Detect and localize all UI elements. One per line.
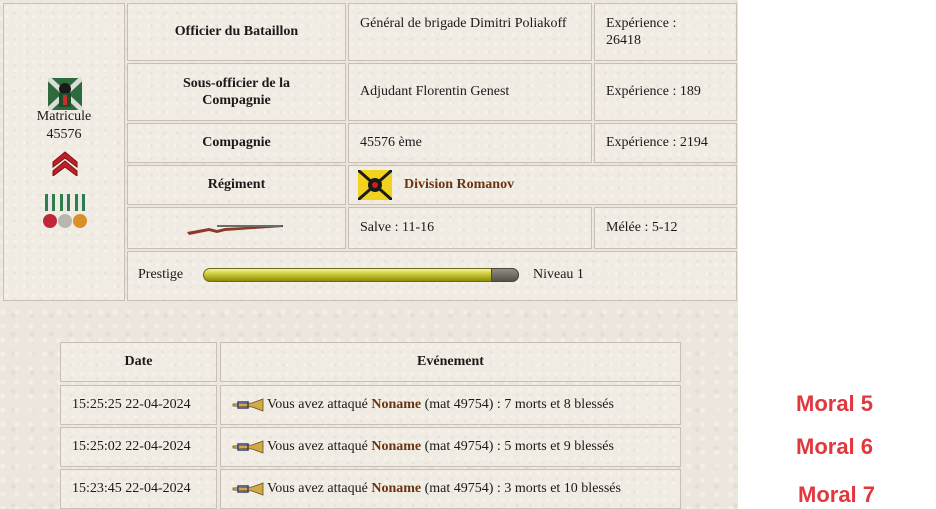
musket-icon [187,225,283,235]
regiment-header: Régiment [127,165,346,205]
compagnie-xp: Expérience : 2194 [594,123,737,163]
matricule-number: 45576 [46,127,82,142]
event-row-1: Vous avez attaqué Noname (mat 49754) : 7… [220,385,681,425]
event-text-suffix: (mat 49754) : 5 morts et 9 blessés [424,439,614,454]
prestige-label: Prestige [138,267,184,282]
officier-bataillon-name: Général de brigade Dimitri Poliakoff [348,3,592,61]
event-target-link[interactable]: Noname [371,397,421,413]
weapon-cell [127,207,346,249]
event-row-3: Vous avez attaqué Noname (mat 49754) : 3… [220,469,681,509]
events-header-date: Date [60,342,217,382]
event-text-prefix: Vous avez attaqué [267,439,368,454]
event-text-suffix: (mat 49754) : 3 morts et 10 blessés [424,481,621,496]
sergeant-chevron-icon [52,151,78,176]
melee-stat: Mélée : 5-12 [594,207,737,249]
salve-stat: Salve : 11-16 [348,207,592,249]
event-text-prefix: Vous avez attaqué [267,481,368,496]
sous-officier-header: Sous-officier de la Compagnie [127,63,346,121]
matricule-label: Matricule [36,109,92,124]
bugle-icon [232,482,264,496]
event-date-1: 15:25:25 22-04-2024 [60,385,217,425]
moral-annotation-3: Moral 7 [798,482,876,507]
officier-bataillon-header: Officier du Bataillon [127,3,346,61]
moral-annotation-1: Moral 5 [796,391,874,416]
soldier-card: Matricule 45576 [3,3,125,301]
soldier-portrait-icon [48,78,82,110]
event-text-prefix: Vous avez attaqué [267,397,368,412]
bugle-icon [232,398,264,412]
medals-icon [43,194,87,228]
moral-annotation-2: Moral 6 [796,434,874,459]
regiment-link[interactable]: Division Romanov [404,177,514,193]
compagnie-name: 45576 ème [348,123,592,163]
event-target-link[interactable]: Noname [371,481,421,497]
events-header-event: Evénement [220,342,681,382]
prestige-level: Niveau 1 [533,267,584,282]
regiment-cell: Division Romanov [348,165,737,205]
sous-officier-name: Adjudant Florentin Genest [348,63,592,121]
bugle-icon [232,440,264,454]
event-date-3: 15:23:45 22-04-2024 [60,469,217,509]
event-row-2: Vous avez attaqué Noname (mat 49754) : 5… [220,427,681,467]
event-text-suffix: (mat 49754) : 7 morts et 8 blessés [424,397,614,412]
event-date-2: 15:25:02 22-04-2024 [60,427,217,467]
event-target-link[interactable]: Noname [371,439,421,455]
regiment-flag-icon [358,170,392,200]
compagnie-header: Compagnie [127,123,346,163]
prestige-progress-remaining [491,268,519,282]
prestige-progress-bar [203,268,519,282]
officier-bataillon-xp: Expérience : 26418 [594,3,737,61]
sous-officier-xp: Expérience : 189 [594,63,737,121]
